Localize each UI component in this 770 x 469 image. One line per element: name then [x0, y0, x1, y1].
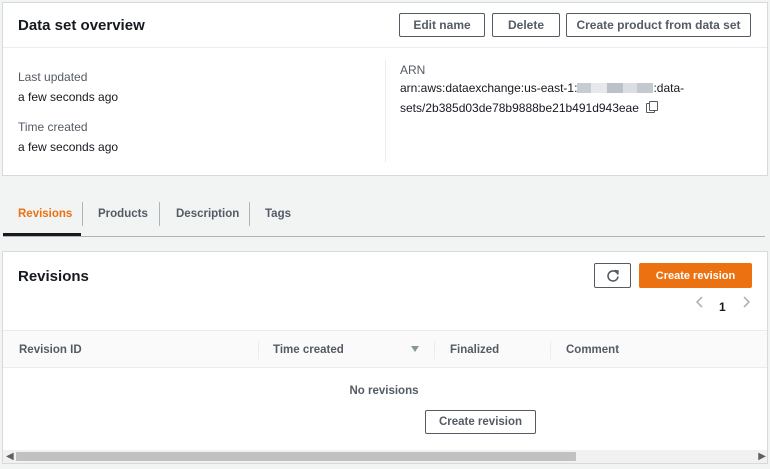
column-finalized[interactable]: Finalized — [450, 344, 499, 356]
active-tab-indicator — [3, 233, 81, 236]
redacted-account-id — [577, 83, 654, 93]
tab-separator — [159, 202, 160, 226]
arn-label: ARN — [400, 63, 426, 77]
last-updated-label: Last updated — [18, 70, 88, 84]
chevron-left-icon[interactable] — [695, 295, 705, 309]
create-product-button[interactable]: Create product from data set — [566, 13, 751, 37]
chevron-right-icon[interactable] — [741, 295, 751, 309]
column-divider[interactable] — [434, 341, 435, 359]
column-comment[interactable]: Comment — [566, 344, 619, 356]
tab-products[interactable]: Products — [98, 208, 148, 220]
sort-desc-icon[interactable] — [411, 346, 419, 352]
arn-value-line2: sets/2b385d03de78b9888be21b491d943eae — [400, 101, 658, 115]
empty-create-revision-button[interactable]: Create revision — [425, 410, 536, 434]
scroll-left-icon[interactable]: ◀ — [6, 451, 14, 462]
empty-state-text: No revisions — [349, 385, 419, 397]
scroll-right-icon[interactable]: ▶ — [758, 451, 766, 462]
horizontal-scrollbar[interactable]: ◀ ▶ — [3, 450, 767, 463]
tab-description[interactable]: Description — [176, 208, 239, 220]
table-header: Revision ID Time created Finalized Comme… — [3, 330, 767, 368]
time-created-label: Time created — [18, 120, 88, 134]
revisions-title: Revisions — [18, 268, 89, 285]
column-revision-id[interactable]: Revision ID — [19, 344, 82, 356]
copy-icon[interactable] — [645, 101, 658, 113]
column-divider[interactable] — [258, 341, 259, 359]
page-number[interactable]: 1 — [719, 300, 726, 314]
column-divider[interactable] — [550, 341, 551, 359]
refresh-icon — [606, 269, 619, 282]
column-divider — [385, 60, 386, 162]
tab-revisions[interactable]: Revisions — [18, 208, 72, 220]
create-revision-button[interactable]: Create revision — [639, 263, 752, 288]
tab-bar: Revisions Products Description Tags — [3, 190, 765, 237]
tab-separator — [249, 202, 250, 226]
overview-title: Data set overview — [18, 17, 145, 34]
overview-header: Data set overview Edit name Delete Creat… — [3, 3, 767, 48]
time-created-value: a few seconds ago — [18, 140, 119, 154]
dataset-overview-panel: Data set overview Edit name Delete Creat… — [2, 2, 768, 176]
tab-tags[interactable]: Tags — [265, 208, 291, 220]
arn-line2: sets/2b385d03de78b9888be21b491d943eae — [400, 101, 639, 115]
edit-name-button[interactable]: Edit name — [399, 13, 485, 37]
tab-separator — [82, 202, 83, 226]
scrollbar-thumb[interactable] — [16, 452, 576, 461]
delete-button[interactable]: Delete — [492, 13, 560, 37]
column-time-created[interactable]: Time created — [273, 344, 344, 356]
arn-prefix: arn:aws:dataexchange:us-east-1: — [400, 81, 578, 95]
last-updated-value: a few seconds ago — [18, 90, 119, 104]
arn-suffix: :data- — [653, 81, 685, 95]
arn-value-line1: arn:aws:dataexchange:us-east-1: :data- — [400, 81, 684, 95]
refresh-button[interactable] — [594, 263, 631, 288]
revisions-panel: Revisions Create revision 1 Revision ID … — [2, 251, 768, 464]
